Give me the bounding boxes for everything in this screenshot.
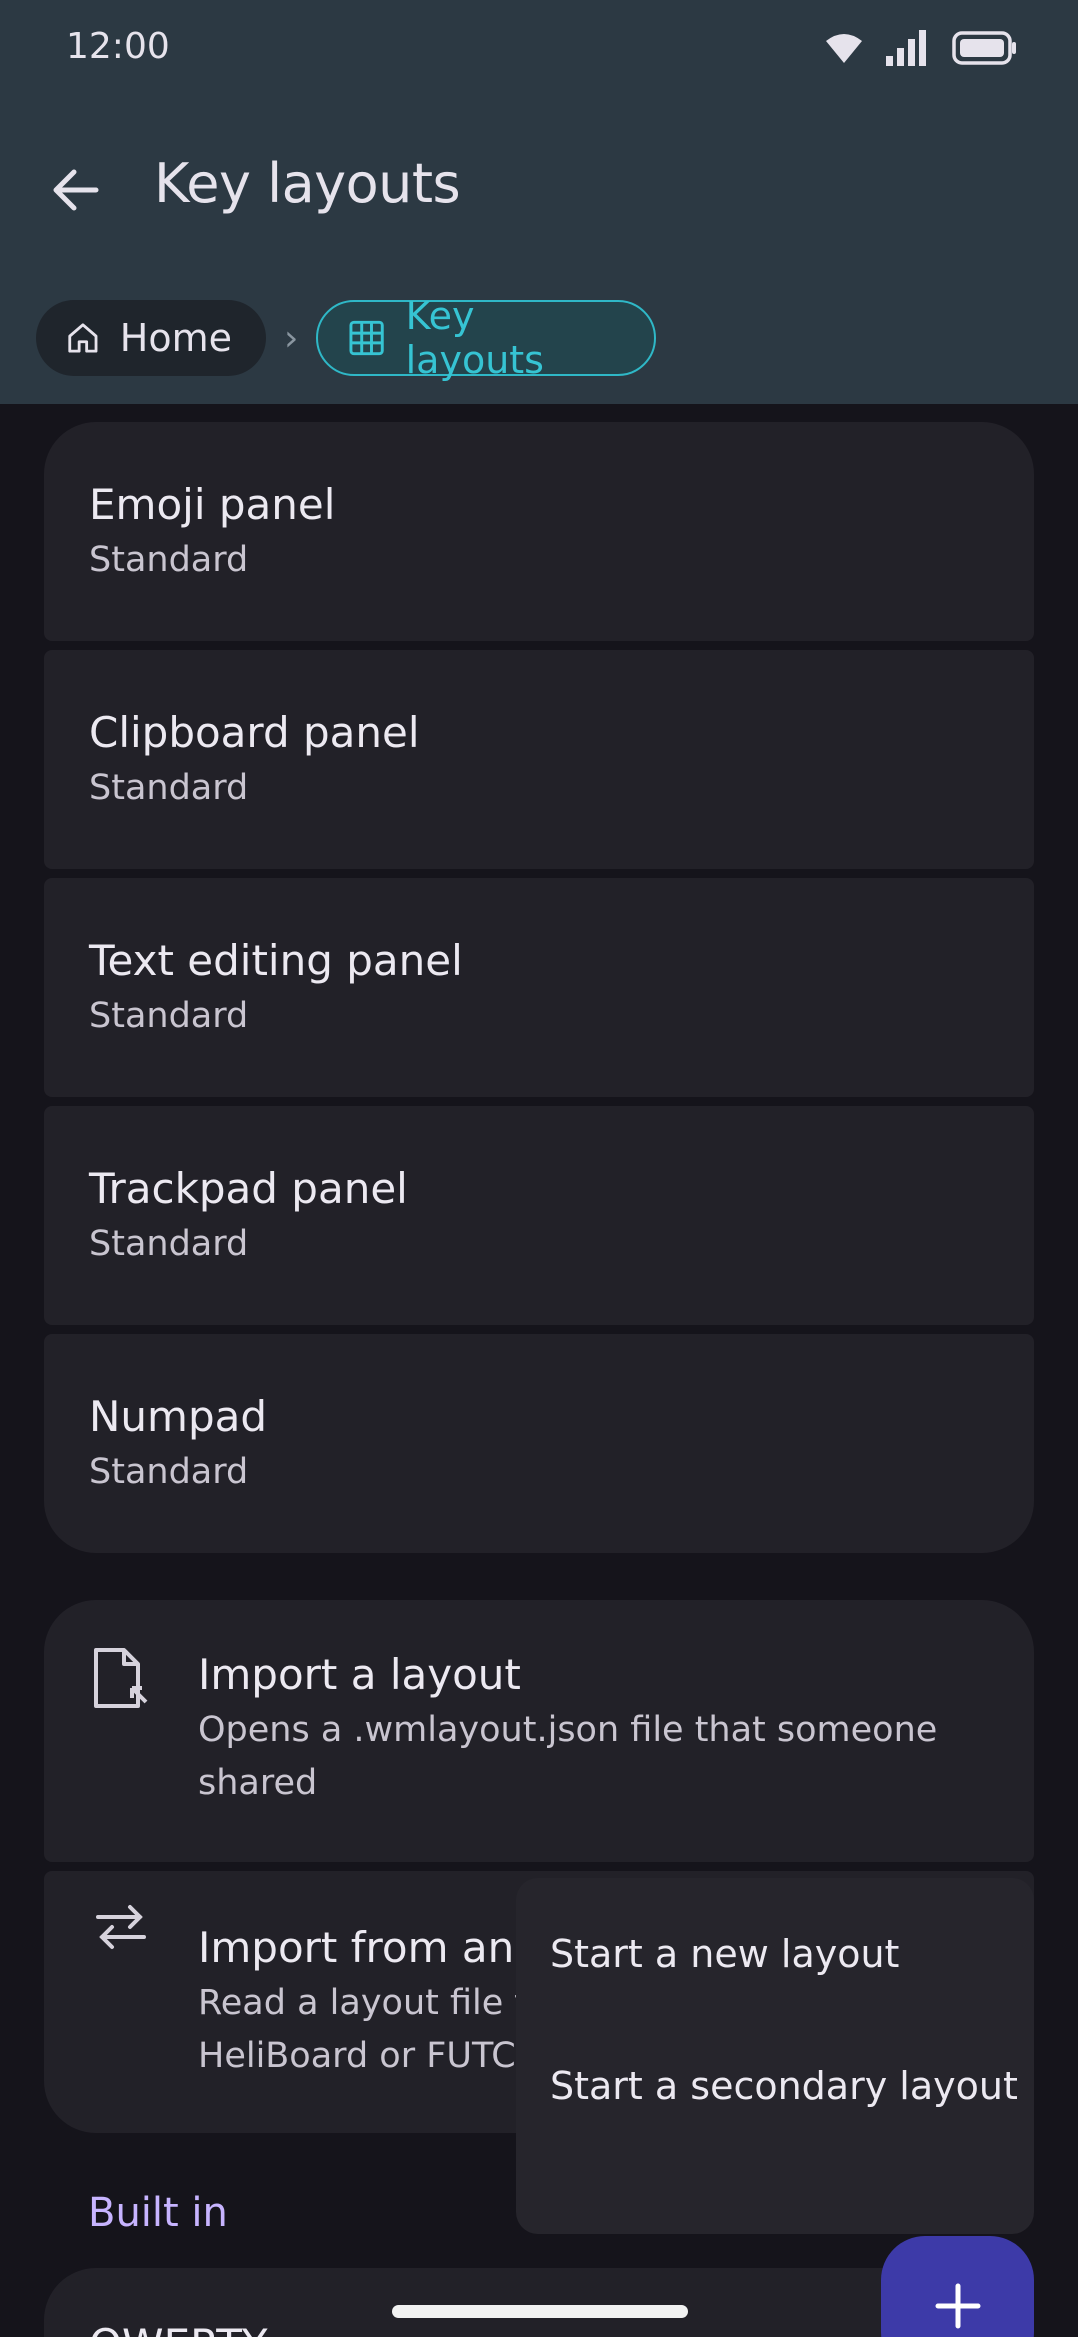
layout-name: Emoji panel: [89, 480, 336, 529]
page-title: Key layouts: [154, 152, 461, 215]
breadcrumb-current-label: Key layouts: [405, 294, 544, 382]
file-import-icon: [94, 1648, 148, 1708]
wifi-icon: [826, 34, 862, 63]
breadcrumb-current[interactable]: Key layouts: [316, 294, 657, 382]
list-item[interactable]: Numpad Standard: [44, 1334, 1034, 1553]
layout-list: Emoji panel Standard Clipboard panel Sta…: [44, 422, 1034, 1562]
list-item[interactable]: Clipboard panel Standard: [44, 650, 1034, 869]
status-icons: [824, 30, 1018, 66]
breadcrumb: Home › Key layouts: [36, 294, 657, 382]
swap-arrows-icon: [96, 1905, 146, 1949]
popup-menu: Start a new layout Start a secondary lay…: [516, 1878, 1034, 2234]
layout-type: Standard: [89, 1452, 249, 1492]
list-item[interactable]: Text editing panel Standard: [44, 878, 1034, 1097]
back-button[interactable]: [46, 160, 106, 220]
top-app-bar: Key layouts: [0, 140, 1078, 236]
add-layout-button[interactable]: [881, 2236, 1034, 2337]
layout-name: Clipboard panel: [89, 708, 420, 757]
import-layout-desc: Opens a .wmlayout.json file that someone…: [198, 1710, 938, 1803]
list-item[interactable]: Trackpad panel Standard: [44, 1106, 1034, 1325]
layout-name: Numpad: [89, 1392, 268, 1441]
signal-icon: [886, 30, 926, 66]
import-other-title: Import from ano: [198, 1923, 540, 1972]
layout-name: Trackpad panel: [89, 1164, 408, 1213]
breadcrumb-home[interactable]: Home: [36, 300, 266, 376]
menu-item-new-layout[interactable]: Start a new layout: [550, 1932, 899, 1976]
plus-icon: [935, 2283, 980, 2329]
layout-type: Standard: [89, 996, 249, 1036]
import-layout-title: Import a layout: [198, 1650, 521, 1699]
chevron-right-icon: ›: [284, 317, 299, 359]
layout-name: QWERTY: [89, 2320, 268, 2337]
battery-icon: [952, 31, 1016, 65]
layout-type: Standard: [89, 768, 249, 808]
status-bar: 12:00: [0, 0, 1078, 96]
layout-type: Standard: [89, 1224, 249, 1264]
app-header: 12:00 Key layouts Home › Key layouts: [0, 0, 1078, 404]
breadcrumb-home-label: Home: [119, 316, 232, 360]
list-item[interactable]: Emoji panel Standard: [44, 422, 1034, 641]
import-layout-item[interactable]: Import a layout Opens a .wmlayout.json f…: [44, 1600, 1034, 1862]
layout-type: Standard: [89, 540, 249, 580]
home-icon: [68, 323, 98, 353]
grid-icon: [349, 320, 385, 356]
status-time: 12:00: [66, 26, 170, 67]
gesture-handle[interactable]: [392, 2305, 688, 2318]
layout-name: Text editing panel: [89, 936, 463, 985]
menu-item-secondary-layout[interactable]: Start a secondary layout: [550, 2064, 1018, 2108]
back-arrow-icon: [53, 169, 99, 211]
section-built-in: Built in: [88, 2190, 228, 2236]
